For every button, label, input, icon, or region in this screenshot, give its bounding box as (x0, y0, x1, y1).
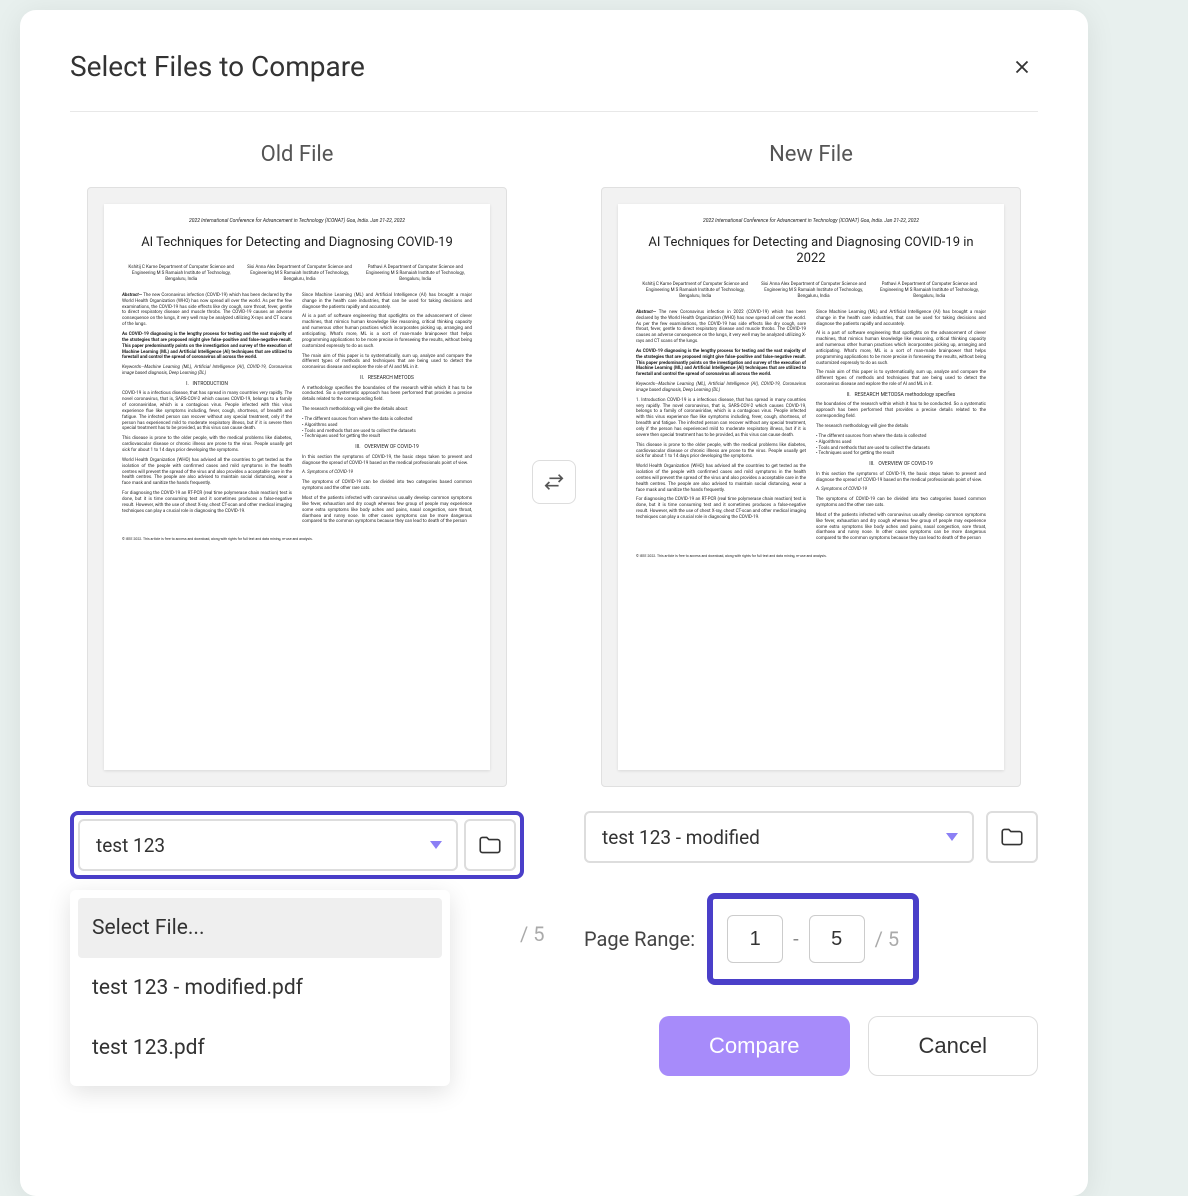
old-file-selector-highlight: test 123 (70, 811, 524, 879)
new-file-select-value: test 123 - modified (602, 826, 760, 849)
author: Sisi Anna Alex Department of Computer Sc… (241, 265, 359, 283)
author: Kshitij C Karne Department of Computer S… (636, 282, 755, 300)
conf-line: 2022 International Conference for Advanc… (636, 218, 986, 225)
author: Kshitij C Karne Department of Computer S… (122, 265, 241, 283)
old-file-browse-button[interactable] (464, 819, 516, 871)
old-file-preview: 2022 International Conference for Advanc… (87, 187, 507, 787)
page-from-input[interactable] (727, 915, 783, 963)
modal-title: Select Files to Compare (70, 50, 365, 83)
swap-files-button[interactable] (532, 460, 576, 504)
old-file-title: Old File (261, 142, 334, 167)
doc-body: Abstract— The new Coronavirus infection … (122, 293, 472, 529)
new-file-browse-button[interactable] (986, 811, 1038, 863)
close-button[interactable] (1006, 51, 1038, 83)
new-file-selector-row: test 123 - modified (584, 811, 1038, 863)
chevron-down-icon (430, 841, 442, 849)
doc-title: AI Techniques for Detecting and Diagnosi… (636, 235, 986, 269)
old-file-selector-row: test 123 (70, 811, 524, 879)
file-dropdown: Select File... test 123 - modified.pdf t… (70, 890, 450, 1086)
new-file-panel: New File 2022 International Conference f… (584, 142, 1038, 985)
page-range-highlight: - / 5 (707, 893, 919, 985)
conf-line: 2022 International Conference for Advanc… (122, 218, 472, 225)
author: Pathavi A Department of Computer Science… (873, 282, 986, 300)
swap-icon (543, 471, 565, 493)
dash: - (793, 927, 799, 951)
page-range-label: Page Range: (584, 927, 695, 951)
cancel-button[interactable]: Cancel (868, 1016, 1038, 1076)
folder-icon (999, 824, 1025, 850)
total-pages: / 5 (875, 927, 899, 951)
author: Pathavi A Department of Computer Science… (359, 265, 472, 283)
close-icon (1011, 56, 1033, 78)
compare-button[interactable]: Compare (659, 1016, 849, 1076)
old-file-panel: Old File 2022 International Conference f… (70, 142, 524, 985)
dropdown-placeholder[interactable]: Select File... (78, 898, 442, 958)
dropdown-item[interactable]: test 123 - modified.pdf (78, 958, 442, 1018)
new-file-preview: 2022 International Conference for Advanc… (601, 187, 1021, 787)
old-file-select[interactable]: test 123 (78, 819, 458, 871)
folder-icon (477, 832, 503, 858)
modal-header: Select Files to Compare (70, 50, 1038, 112)
page-to-input[interactable] (809, 915, 865, 963)
compare-modal: Select Files to Compare Old File 2022 In… (20, 10, 1088, 1196)
old-total-pages: / 5 (520, 922, 544, 946)
old-file-select-value: test 123 (96, 834, 165, 857)
old-doc-page: 2022 International Conference for Advanc… (104, 204, 490, 770)
doc-body: Abstract— The new Coronavirus infection … (636, 310, 986, 546)
action-buttons: Compare Cancel (659, 1016, 1038, 1076)
doc-title: AI Techniques for Detecting and Diagnosi… (122, 235, 472, 252)
author: Sisi Anna Alex Department of Computer Sc… (755, 282, 873, 300)
authors: Kshitij C Karne Department of Computer S… (636, 282, 986, 300)
new-page-range-row: Page Range: - / 5 (584, 893, 1038, 985)
panels: Old File 2022 International Conference f… (70, 142, 1038, 985)
new-doc-page: 2022 International Conference for Advanc… (618, 204, 1004, 770)
chevron-down-icon (946, 833, 958, 841)
new-file-title: New File (769, 142, 853, 167)
new-file-select[interactable]: test 123 - modified (584, 811, 974, 863)
authors: Kshitij C Karne Department of Computer S… (122, 265, 472, 283)
dropdown-item[interactable]: test 123.pdf (78, 1018, 442, 1078)
